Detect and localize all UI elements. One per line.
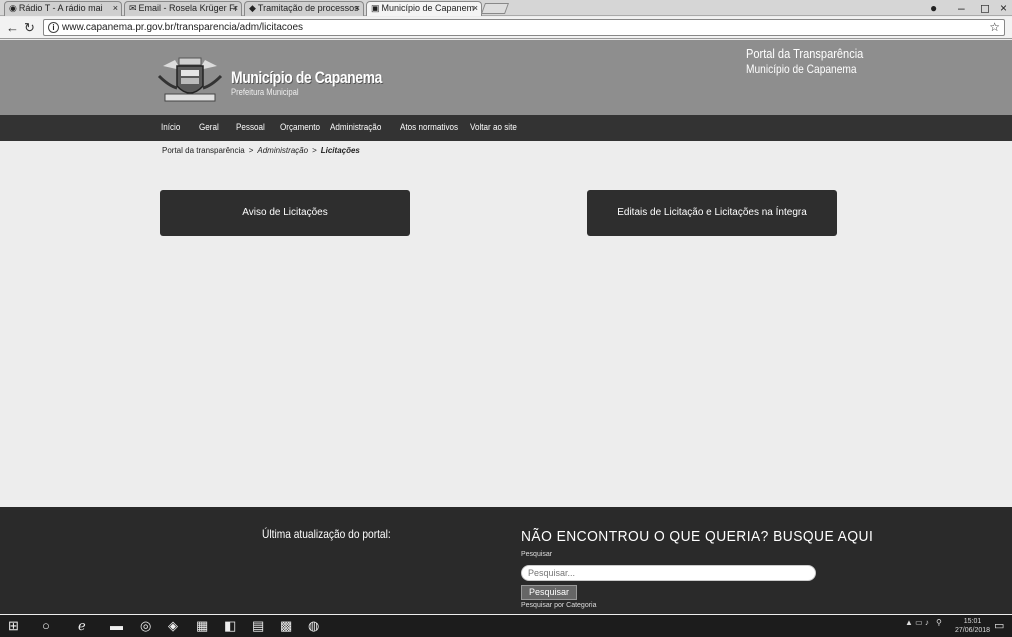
url-field[interactable]: i www.capanema.pr.gov.br/transparencia/a… — [43, 19, 1005, 36]
close-icon[interactable]: × — [233, 2, 238, 15]
nav-item-administracao[interactable]: Administração — [330, 122, 381, 132]
browser-tab[interactable]: ◉ Rádio T - A rádio mai × — [4, 1, 122, 16]
edge-browser-icon[interactable]: ℯ — [78, 618, 86, 634]
url-text: www.capanema.pr.gov.br/transparencia/adm… — [62, 22, 304, 33]
system-tray-icons[interactable]: ▲ ▭ ♪ — [905, 618, 929, 627]
site-footer: Última atualização do portal: NÃO ENCONT… — [0, 507, 1012, 614]
search-button[interactable]: Pesquisar — [521, 585, 577, 600]
breadcrumb-current: Licitações — [320, 146, 360, 155]
mail-icon: ✉ — [129, 3, 137, 13]
nav-item-voltar-ao-site[interactable]: Voltar ao site — [470, 122, 517, 132]
main-nav: Início Geral Pessoal Orçamento Administr… — [0, 115, 1012, 141]
browser-tab-active[interactable]: ▣ Município de Capanem × — [366, 1, 482, 16]
chrome-icon[interactable]: ◎ — [140, 618, 151, 634]
os-taskbar: ⊞ ○ ℯ ▬ ◎ ◈ ▦ ◧ ▤ ▩ ◍ ▲ ▭ ♪ ⚲ 15:01 27/0… — [0, 615, 1012, 637]
breadcrumb-section[interactable]: Administração — [257, 146, 308, 155]
tab-label: Tramitação de processos — [257, 3, 359, 13]
breadcrumb: Portal da transparência > Administração > Li… — [162, 146, 360, 155]
browser-tab[interactable]: ◆ Tramitação de processos × — [244, 1, 364, 16]
browser-tab-bar: ◉ Rádio T - A rádio mai × ✉ Email - Rosela … — [0, 0, 1012, 16]
tab-label: Rádio T - A rádio mai — [18, 3, 103, 13]
tab-label: Município de Capanem — [381, 3, 475, 13]
maximize-icon[interactable]: ◻ — [980, 0, 990, 16]
browser-tab[interactable]: ✉ Email - Rosela Krüger Fr × — [124, 1, 242, 16]
close-icon[interactable]: × — [113, 2, 118, 15]
radio-icon: ◉ — [9, 3, 17, 13]
site-name[interactable]: Município de Capanema — [231, 68, 382, 88]
app-icon[interactable]: ◈ — [168, 618, 178, 634]
breadcrumb-portal[interactable]: Portal da transparência — [162, 146, 245, 155]
clock-date: 27/06/2018 — [955, 627, 991, 634]
system-clock[interactable]: 15:01 27/06/2018 — [955, 617, 990, 635]
nav-item-inicio[interactable]: Início — [161, 122, 180, 132]
bookmark-star-icon[interactable]: ☆ — [989, 20, 1000, 35]
municipality-icon: ▣ — [371, 3, 380, 13]
close-icon[interactable]: × — [473, 2, 478, 15]
reload-icon[interactable]: ↻ — [24, 20, 35, 36]
nav-item-atos-normativos[interactable]: Atos normativos — [400, 122, 458, 132]
nav-item-orcamento[interactable]: Orçamento — [280, 122, 320, 132]
address-bar: ← ↻ i www.capanema.pr.gov.br/transparenc… — [0, 17, 1012, 39]
search-by-category-link[interactable]: Pesquisar por Categoria — [521, 602, 597, 609]
nav-item-pessoal[interactable]: Pessoal — [236, 122, 265, 132]
breadcrumb-separator: > — [248, 146, 254, 155]
portal-subtitle: Município de Capanema — [746, 62, 857, 76]
profile-icon[interactable]: ● — [930, 0, 937, 16]
site-header: Município de Capanema Prefeitura Municip… — [0, 40, 1012, 115]
search-input[interactable] — [521, 565, 816, 581]
network-icon[interactable]: ⚲ — [936, 618, 942, 627]
last-update-label: Última atualização do portal: — [262, 527, 391, 541]
coat-of-arms-logo[interactable] — [155, 56, 225, 104]
breadcrumb-separator: > — [312, 146, 317, 155]
aviso-licitacoes-button[interactable]: Aviso de Licitações — [160, 190, 410, 236]
search-heading: NÃO ENCONTROU O QUE QUERIA? BUSQUE AQUI — [521, 528, 874, 545]
site-subtitle: Prefeitura Municipal — [231, 87, 299, 97]
app-icon[interactable]: ▩ — [280, 618, 292, 634]
app-icon[interactable]: ◧ — [224, 618, 236, 634]
file-explorer-icon[interactable]: ▬ — [110, 618, 123, 634]
search-circle-icon[interactable]: ○ — [42, 618, 50, 634]
editais-licitacao-button[interactable]: Editais de Licitação e Licitações na Ínt… — [587, 190, 837, 236]
new-tab-button[interactable] — [480, 3, 510, 14]
tab-label: Email - Rosela Krüger Fr — [138, 3, 238, 13]
portal-title: Portal da Transparência — [746, 46, 864, 61]
close-icon[interactable]: × — [355, 2, 360, 15]
app-icon[interactable]: ▤ — [252, 618, 264, 634]
info-icon[interactable]: i — [48, 22, 59, 33]
window-close-icon[interactable]: × — [1000, 0, 1007, 16]
clock-time: 15:01 — [963, 618, 982, 625]
search-label: Pesquisar — [521, 551, 553, 558]
notifications-icon[interactable]: ▭ — [994, 618, 1004, 634]
app-icon[interactable]: ◍ — [308, 618, 319, 634]
minimize-icon[interactable]: – — [958, 0, 965, 16]
excel-icon[interactable]: ▦ — [196, 618, 208, 634]
process-icon: ◆ — [249, 3, 256, 13]
back-arrow-icon[interactable]: ← — [6, 20, 19, 36]
windows-start-icon[interactable]: ⊞ — [8, 618, 19, 634]
nav-item-geral[interactable]: Geral — [199, 122, 219, 132]
